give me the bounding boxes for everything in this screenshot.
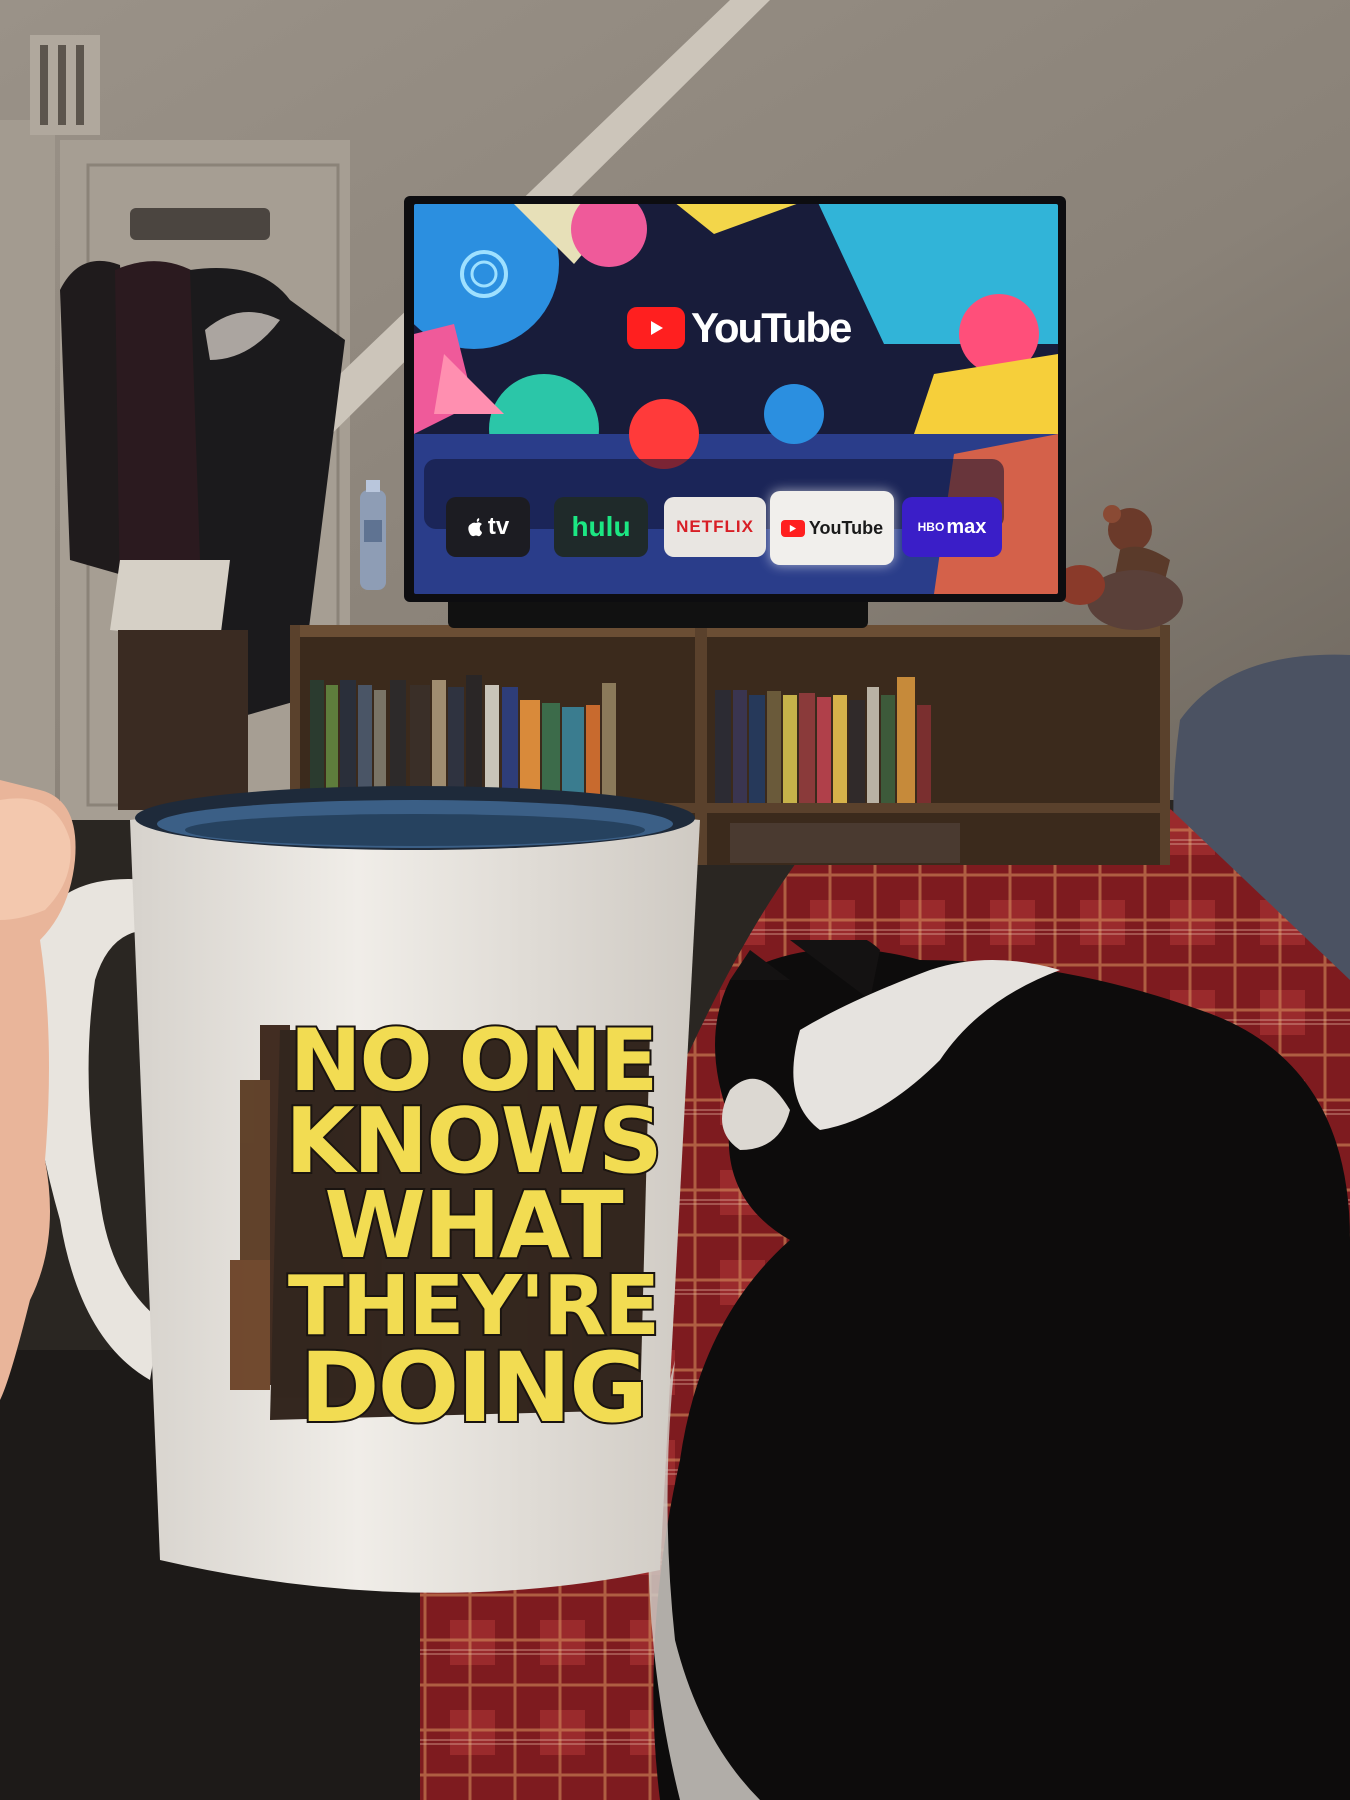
netflix-label: NETFLIX	[676, 517, 754, 536]
youtube-app-label: YouTube	[808, 517, 884, 538]
youtube-play-icon	[627, 307, 685, 349]
mug-line-3: WHAT	[322, 1171, 625, 1279]
hulu-label: hulu	[571, 511, 631, 542]
photo-scene: YouTube tv hulu NETFLIX YouTube HBO max	[0, 0, 1350, 1800]
mug-line-5: DOING	[298, 1331, 650, 1444]
app-youtube-selected[interactable]: YouTube	[770, 491, 894, 565]
youtube-logo: YouTube	[627, 304, 852, 352]
appletv-label: tv	[487, 513, 510, 540]
tv-screen: YouTube tv hulu NETFLIX YouTube HBO max	[414, 204, 1058, 594]
app-appletv[interactable]: tv	[446, 497, 530, 557]
cat	[648, 940, 1350, 1800]
mug-slogan: NO ONE KNOWS WHAT THEY'RE DOING	[258, 1016, 688, 1444]
youtube-title: YouTube	[691, 304, 852, 351]
app-hulu[interactable]: hulu	[554, 497, 648, 557]
hbomax-label: max	[946, 515, 987, 538]
plush-toys	[1055, 505, 1183, 630]
apple-icon	[468, 518, 482, 537]
app-hbomax[interactable]: HBO max	[902, 497, 1002, 557]
hbo-icon: HBO	[917, 520, 945, 534]
water-bottle	[360, 480, 386, 590]
app-netflix[interactable]: NETFLIX	[664, 497, 766, 557]
wall-vent	[30, 35, 100, 135]
door-frame	[0, 120, 55, 820]
youtube-play-icon	[780, 519, 805, 537]
